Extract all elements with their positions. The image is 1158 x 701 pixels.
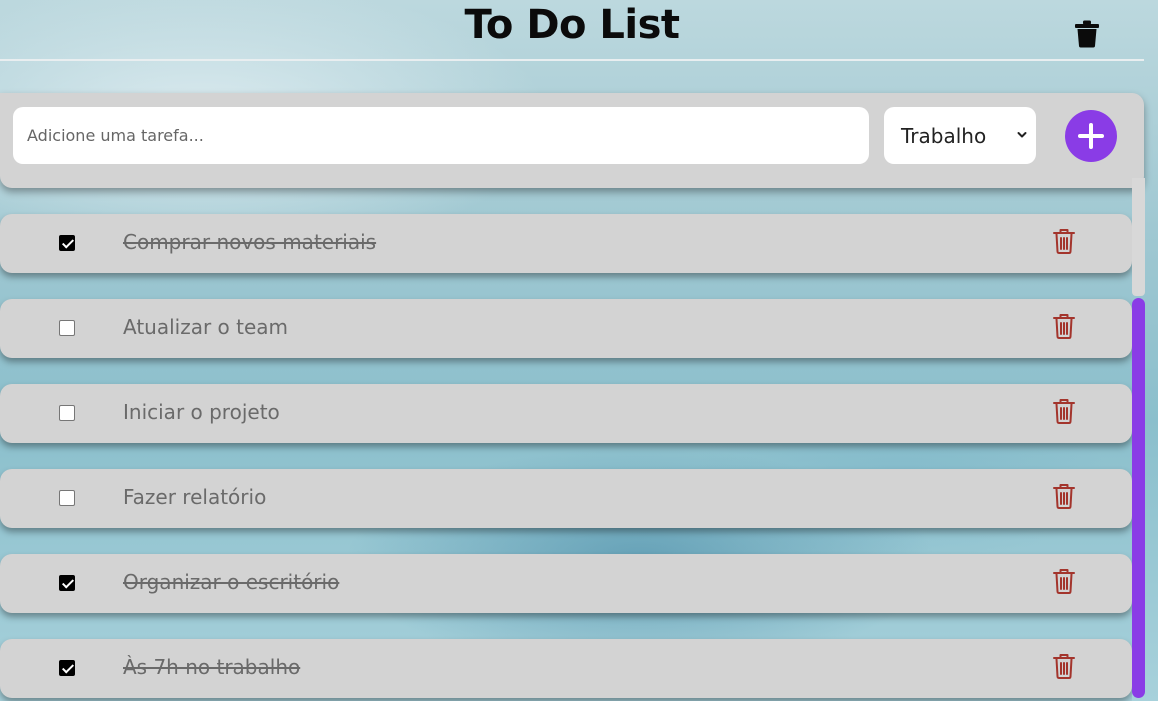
add-task-button[interactable]	[1065, 110, 1117, 162]
task-item: Às 7h no trabalho	[0, 639, 1132, 698]
task-list: Comprar novos materiais Atualizar o team I…	[0, 188, 1132, 701]
task-checkbox[interactable]	[59, 490, 75, 506]
scrollbar-thumb[interactable]	[1132, 298, 1145, 698]
category-selected-label: Trabalho	[901, 123, 987, 148]
trash-icon	[1075, 20, 1099, 48]
task-item: Atualizar o team	[0, 299, 1132, 358]
delete-task-button[interactable]	[1053, 653, 1075, 679]
task-text: Iniciar o projeto	[123, 400, 280, 424]
task-checkbox[interactable]	[59, 575, 75, 591]
task-checkbox[interactable]	[59, 235, 75, 251]
trash-icon	[1053, 399, 1075, 424]
scrollbar-upper-track	[1132, 178, 1145, 296]
task-text: Organizar o escritório	[123, 570, 340, 594]
task-text: Atualizar o team	[123, 315, 289, 339]
scrollbar[interactable]	[1132, 178, 1145, 701]
task-text: Comprar novos materiais	[123, 230, 377, 254]
delete-task-button[interactable]	[1053, 228, 1075, 254]
trash-icon	[1053, 314, 1075, 339]
task-checkbox[interactable]	[59, 405, 75, 421]
delete-task-button[interactable]	[1053, 398, 1075, 424]
category-select[interactable]: Trabalho	[884, 107, 1036, 164]
trash-icon	[1053, 484, 1075, 509]
task-text: Fazer relatório	[123, 485, 267, 509]
task-item: Comprar novos materiais	[0, 214, 1132, 273]
task-text: Às 7h no trabalho	[123, 655, 301, 679]
task-item: Organizar o escritório	[0, 554, 1132, 613]
trash-icon	[1053, 569, 1075, 594]
task-item: Fazer relatório	[0, 469, 1132, 528]
page-title: To Do List	[464, 2, 680, 48]
task-checkbox[interactable]	[59, 320, 75, 336]
trash-icon	[1053, 654, 1075, 679]
delete-task-button[interactable]	[1053, 483, 1075, 509]
delete-task-button[interactable]	[1053, 313, 1075, 339]
delete-task-button[interactable]	[1053, 568, 1075, 594]
app-header: To Do List	[0, 0, 1144, 61]
task-item: Iniciar o projeto	[0, 384, 1132, 443]
task-input[interactable]	[13, 107, 869, 164]
trash-icon	[1053, 229, 1075, 254]
add-task-form: Trabalho	[0, 93, 1144, 188]
chevron-down-icon	[1017, 132, 1027, 138]
task-checkbox[interactable]	[59, 660, 75, 676]
clear-all-button[interactable]	[1075, 20, 1099, 48]
